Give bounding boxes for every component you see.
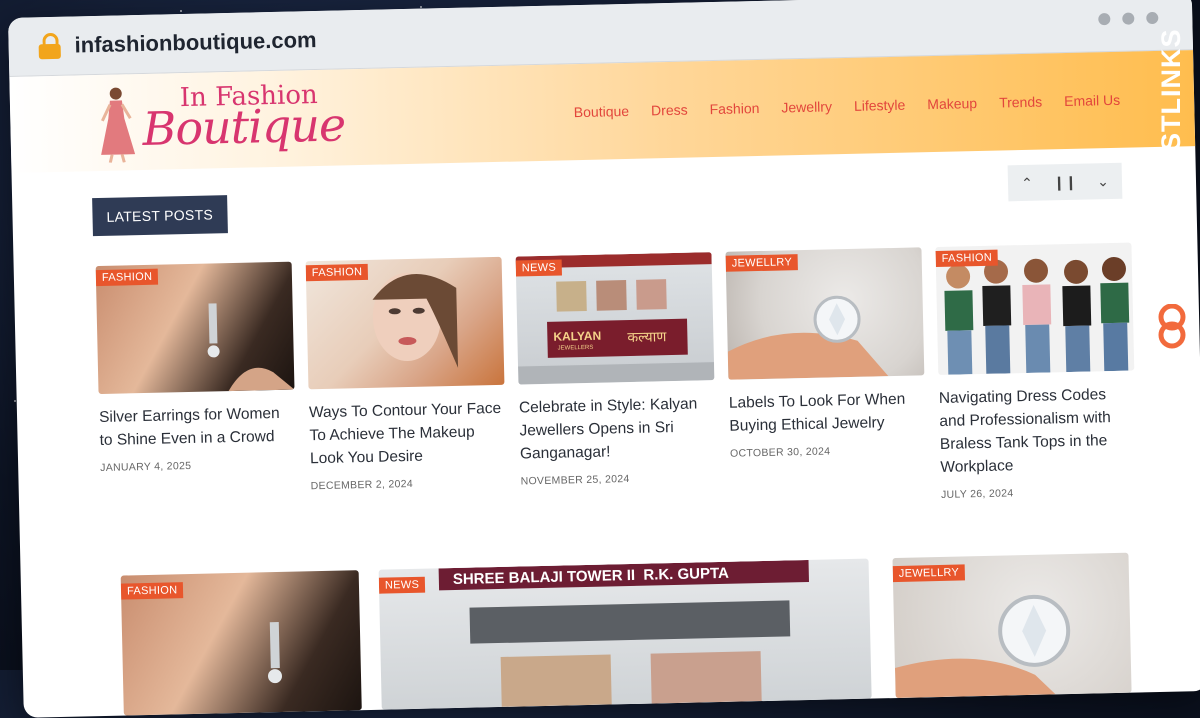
post-title[interactable]: Silver Earrings for Women to Shine Even …	[99, 402, 296, 452]
post-thumbnail[interactable]: NEWS KALYAN JEWELLERS कल्याण	[515, 252, 715, 385]
window-dot-icon[interactable]	[1122, 12, 1135, 25]
window-dot-icon[interactable]	[1146, 11, 1159, 25]
window-dot-icon[interactable]	[1098, 12, 1111, 26]
post-card[interactable]: FASHION Silver Earrings for Women to Shi…	[95, 261, 298, 520]
post-card[interactable]: NEWS KALYAN JEWELLERS कल्याण Celebrate i…	[515, 252, 718, 510]
nav-link-makeup[interactable]: Makeup	[927, 95, 977, 112]
post-date: DECEMBER 2, 2024	[310, 477, 414, 493]
post-date: JANUARY 4, 2025	[100, 459, 192, 475]
woman-figure-icon	[101, 87, 136, 164]
nav-link-boutique[interactable]: Boutique	[574, 103, 630, 120]
chevron-up-icon[interactable]: ⌃	[1008, 164, 1047, 201]
site-logo[interactable]: In Fashion Boutique	[93, 75, 355, 167]
logo-main-text: Boutique	[141, 97, 346, 156]
category-badge[interactable]: NEWS	[515, 259, 563, 277]
featured-card[interactable]: NEWS SHREE BALAJI TOWER II R.K. GUPTA	[378, 558, 872, 710]
category-badge[interactable]: NEWS	[378, 576, 426, 594]
latest-posts-label: LATEST POSTS	[92, 195, 228, 237]
pause-icon[interactable]: ❙❙	[1046, 164, 1085, 201]
kalyan-sign-sub: JEWELLERS	[557, 344, 594, 352]
ticker-controls: ⌃ ❙❙ ⌄	[1007, 162, 1123, 202]
post-title[interactable]: Ways To Contour Your Face To Achieve The…	[309, 397, 507, 470]
post-grid: FASHION Silver Earrings for Women to Shi…	[95, 242, 1141, 520]
post-title[interactable]: Celebrate in Style: Kalyan Jewellers Ope…	[519, 392, 717, 465]
nav-link-trends[interactable]: Trends	[999, 94, 1042, 111]
nav-link-jewellry[interactable]: Jewellry	[781, 98, 832, 115]
category-badge[interactable]: JEWELLRY	[892, 564, 966, 583]
category-badge[interactable]: FASHION	[120, 582, 184, 600]
nav-link-dress[interactable]: Dress	[651, 102, 688, 119]
nav-link-lifestyle[interactable]: Lifestyle	[854, 97, 906, 114]
kalyan-sign-hindi: कल्याण	[627, 328, 667, 346]
browser-window: infashionboutique.com In Fashion Boutiqu…	[8, 0, 1200, 718]
window-controls	[1098, 11, 1159, 26]
post-card[interactable]: JEWELLRY Labels To Look For When Buying …	[725, 247, 927, 505]
post-thumbnail[interactable]: FASHION	[305, 256, 505, 390]
post-title[interactable]: Labels To Look For When Buying Ethical J…	[729, 387, 926, 437]
post-date: NOVEMBER 25, 2024	[520, 473, 630, 488]
address-bar-url[interactable]: infashionboutique.com	[74, 27, 317, 58]
post-thumbnail[interactable]: JEWELLRY	[725, 247, 925, 380]
chevron-down-icon[interactable]: ⌄	[1084, 163, 1123, 200]
post-card[interactable]: FASHION Navigating Dress Codes and Profe…	[935, 242, 1137, 501]
nav-link-email-us[interactable]: Email Us	[1064, 92, 1120, 109]
post-title[interactable]: Navigating Dress Codes and Professionali…	[939, 383, 1137, 479]
guestpostlinks-text: GUESTPOSTLINKS	[1156, 28, 1186, 290]
post-date: OCTOBER 30, 2024	[729, 445, 831, 460]
post-date: JULY 26, 2024	[940, 487, 1014, 501]
post-thumbnail[interactable]: FASHION	[935, 242, 1135, 375]
post-thumbnail[interactable]: FASHION	[95, 261, 295, 395]
nav-link-fashion[interactable]: Fashion	[709, 100, 759, 117]
latest-posts-ticker: LATEST POSTS ⌃ ❙❙ ⌄	[92, 162, 1123, 237]
featured-card[interactable]: JEWELLRY	[892, 552, 1132, 699]
lock-icon	[38, 32, 61, 60]
category-badge[interactable]: FASHION	[935, 249, 999, 268]
featured-card[interactable]: FASHION	[120, 570, 362, 716]
link-chain-icon	[1158, 304, 1186, 349]
guestpostlinks-badge: GUESTPOSTLINKS	[1152, 28, 1194, 354]
main-nav: Boutique Dress Fashion Jewellry Lifestyl…	[574, 92, 1121, 120]
category-badge[interactable]: FASHION	[305, 263, 369, 282]
category-badge[interactable]: JEWELLRY	[725, 254, 799, 272]
category-badge[interactable]: FASHION	[95, 268, 159, 287]
post-card[interactable]: FASHION Ways To Contour Your Face To Ach…	[305, 256, 508, 515]
kalyan-sign-text: KALYAN	[553, 328, 602, 344]
featured-row: FASHION NEWS SHREE BALAJI TOWER II R.K. …	[120, 552, 1164, 716]
